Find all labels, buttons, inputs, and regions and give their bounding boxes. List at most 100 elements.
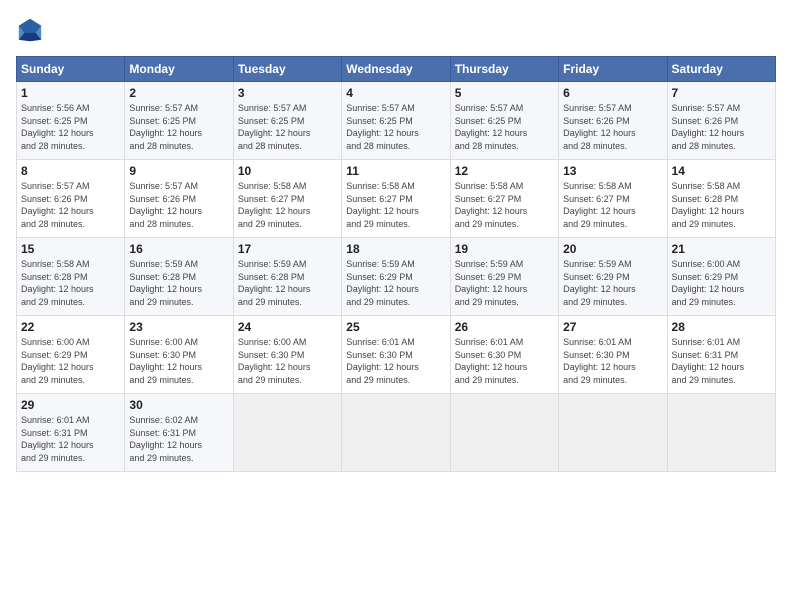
calendar-week-2: 15Sunrise: 5:58 AMSunset: 6:28 PMDayligh… [17,238,776,316]
day-number: 8 [21,164,120,178]
header-cell-tuesday: Tuesday [233,57,341,82]
day-number: 12 [455,164,554,178]
page-container: SundayMondayTuesdayWednesdayThursdayFrid… [0,0,792,612]
day-number: 1 [21,86,120,100]
day-number: 5 [455,86,554,100]
day-number: 28 [672,320,771,334]
day-info: Sunrise: 5:58 AMSunset: 6:28 PMDaylight:… [672,180,771,230]
calendar-cell: 20 Sunrise: 5:59 AMSunset: 6:29 PMDayligh… [559,238,667,316]
calendar-cell: 25Sunrise: 6:01 AMSunset: 6:30 PMDayligh… [342,316,450,394]
calendar-cell: 18 Sunrise: 5:59 AMSunset: 6:29 PMDayligh… [342,238,450,316]
day-info: Sunrise: 5:58 AMSunset: 6:27 PMDaylight:… [455,180,554,230]
day-info: Sunrise: 5:58 AMSunset: 6:27 PMDaylight:… [346,180,445,230]
day-info: Sunrise: 6:01 AMSunset: 6:30 PMDaylight:… [563,336,662,386]
calendar-cell: 29Sunrise: 6:01 AMSunset: 6:31 PMDayligh… [17,394,125,472]
day-number: 11 [346,164,445,178]
calendar-cell: 30 Sunrise: 6:02 AMSunset: 6:31 PMDayligh… [125,394,233,472]
calendar-cell: 7 Sunrise: 5:57 AMSunset: 6:26 PMDaylight… [667,82,775,160]
day-info: Sunrise: 6:00 AMSunset: 6:30 PMDaylight:… [129,336,228,386]
day-info: Sunrise: 6:00 AMSunset: 6:30 PMDaylight:… [238,336,337,386]
day-number: 14 [672,164,771,178]
day-number: 4 [346,86,445,100]
calendar-cell: 27 Sunrise: 6:01 AMSunset: 6:30 PMDayligh… [559,316,667,394]
day-number: 3 [238,86,337,100]
header-cell-sunday: Sunday [17,57,125,82]
day-number: 19 [455,242,554,256]
calendar-cell: 5 Sunrise: 5:57 AMSunset: 6:25 PMDaylight… [450,82,558,160]
header-cell-wednesday: Wednesday [342,57,450,82]
day-number: 2 [129,86,228,100]
calendar-cell: 22Sunrise: 6:00 AMSunset: 6:29 PMDayligh… [17,316,125,394]
logo [16,16,48,44]
day-number: 9 [129,164,228,178]
day-info: Sunrise: 6:00 AMSunset: 6:29 PMDaylight:… [21,336,120,386]
calendar-cell: 19 Sunrise: 5:59 AMSunset: 6:29 PMDayligh… [450,238,558,316]
day-info: Sunrise: 5:57 AMSunset: 6:26 PMDaylight:… [21,180,120,230]
calendar-cell: 23 Sunrise: 6:00 AMSunset: 6:30 PMDayligh… [125,316,233,394]
header-cell-thursday: Thursday [450,57,558,82]
day-number: 15 [21,242,120,256]
day-info: Sunrise: 5:59 AMSunset: 6:28 PMDaylight:… [238,258,337,308]
calendar-cell: 9 Sunrise: 5:57 AMSunset: 6:26 PMDaylight… [125,160,233,238]
day-number: 26 [455,320,554,334]
day-info: Sunrise: 6:01 AMSunset: 6:31 PMDaylight:… [672,336,771,386]
calendar-week-3: 22Sunrise: 6:00 AMSunset: 6:29 PMDayligh… [17,316,776,394]
calendar-cell: 26 Sunrise: 6:01 AMSunset: 6:30 PMDayligh… [450,316,558,394]
day-info: Sunrise: 5:58 AMSunset: 6:27 PMDaylight:… [563,180,662,230]
day-number: 24 [238,320,337,334]
calendar-cell: 24 Sunrise: 6:00 AMSunset: 6:30 PMDayligh… [233,316,341,394]
day-info: Sunrise: 5:59 AMSunset: 6:29 PMDaylight:… [455,258,554,308]
day-info: Sunrise: 5:59 AMSunset: 6:29 PMDaylight:… [346,258,445,308]
day-number: 18 [346,242,445,256]
calendar-cell: 28 Sunrise: 6:01 AMSunset: 6:31 PMDayligh… [667,316,775,394]
day-info: Sunrise: 5:59 AMSunset: 6:28 PMDaylight:… [129,258,228,308]
day-number: 23 [129,320,228,334]
day-info: Sunrise: 5:57 AMSunset: 6:26 PMDaylight:… [129,180,228,230]
calendar-cell: 3 Sunrise: 5:57 AMSunset: 6:25 PMDaylight… [233,82,341,160]
day-number: 27 [563,320,662,334]
day-info: Sunrise: 6:00 AMSunset: 6:29 PMDaylight:… [672,258,771,308]
day-number: 6 [563,86,662,100]
day-info: Sunrise: 5:57 AMSunset: 6:25 PMDaylight:… [346,102,445,152]
calendar-cell: 17Sunrise: 5:59 AMSunset: 6:28 PMDayligh… [233,238,341,316]
day-number: 7 [672,86,771,100]
day-number: 21 [672,242,771,256]
calendar-cell: 13 Sunrise: 5:58 AMSunset: 6:27 PMDayligh… [559,160,667,238]
day-info: Sunrise: 6:01 AMSunset: 6:31 PMDaylight:… [21,414,120,464]
header-row: SundayMondayTuesdayWednesdayThursdayFrid… [17,57,776,82]
logo-icon [16,16,44,44]
calendar-cell: 14 Sunrise: 5:58 AMSunset: 6:28 PMDayligh… [667,160,775,238]
calendar-header: SundayMondayTuesdayWednesdayThursdayFrid… [17,57,776,82]
calendar-week-4: 29Sunrise: 6:01 AMSunset: 6:31 PMDayligh… [17,394,776,472]
calendar-cell: 11 Sunrise: 5:58 AMSunset: 6:27 PMDayligh… [342,160,450,238]
day-number: 13 [563,164,662,178]
calendar-cell [667,394,775,472]
calendar-cell: 16Sunrise: 5:59 AMSunset: 6:28 PMDayligh… [125,238,233,316]
calendar-cell: 12 Sunrise: 5:58 AMSunset: 6:27 PMDayligh… [450,160,558,238]
calendar-week-0: 1 Sunrise: 5:56 AMSunset: 6:25 PMDaylight… [17,82,776,160]
day-info: Sunrise: 5:59 AMSunset: 6:29 PMDaylight:… [563,258,662,308]
header-cell-friday: Friday [559,57,667,82]
day-info: Sunrise: 5:57 AMSunset: 6:26 PMDaylight:… [563,102,662,152]
calendar-cell: 2 Sunrise: 5:57 AMSunset: 6:25 PMDaylight… [125,82,233,160]
calendar-week-1: 8 Sunrise: 5:57 AMSunset: 6:26 PMDaylight… [17,160,776,238]
calendar-cell: 4 Sunrise: 5:57 AMSunset: 6:25 PMDaylight… [342,82,450,160]
day-number: 20 [563,242,662,256]
header-cell-saturday: Saturday [667,57,775,82]
calendar-cell: 8 Sunrise: 5:57 AMSunset: 6:26 PMDaylight… [17,160,125,238]
day-info: Sunrise: 5:57 AMSunset: 6:25 PMDaylight:… [238,102,337,152]
calendar-table: SundayMondayTuesdayWednesdayThursdayFrid… [16,56,776,472]
day-number: 10 [238,164,337,178]
calendar-body: 1 Sunrise: 5:56 AMSunset: 6:25 PMDaylight… [17,82,776,472]
day-number: 30 [129,398,228,412]
day-info: Sunrise: 6:01 AMSunset: 6:30 PMDaylight:… [455,336,554,386]
calendar-cell: 15Sunrise: 5:58 AMSunset: 6:28 PMDayligh… [17,238,125,316]
day-info: Sunrise: 6:02 AMSunset: 6:31 PMDaylight:… [129,414,228,464]
day-info: Sunrise: 5:57 AMSunset: 6:25 PMDaylight:… [455,102,554,152]
day-info: Sunrise: 5:57 AMSunset: 6:26 PMDaylight:… [672,102,771,152]
header-cell-monday: Monday [125,57,233,82]
header [16,16,776,44]
calendar-cell [559,394,667,472]
day-info: Sunrise: 5:57 AMSunset: 6:25 PMDaylight:… [129,102,228,152]
day-info: Sunrise: 5:56 AMSunset: 6:25 PMDaylight:… [21,102,120,152]
